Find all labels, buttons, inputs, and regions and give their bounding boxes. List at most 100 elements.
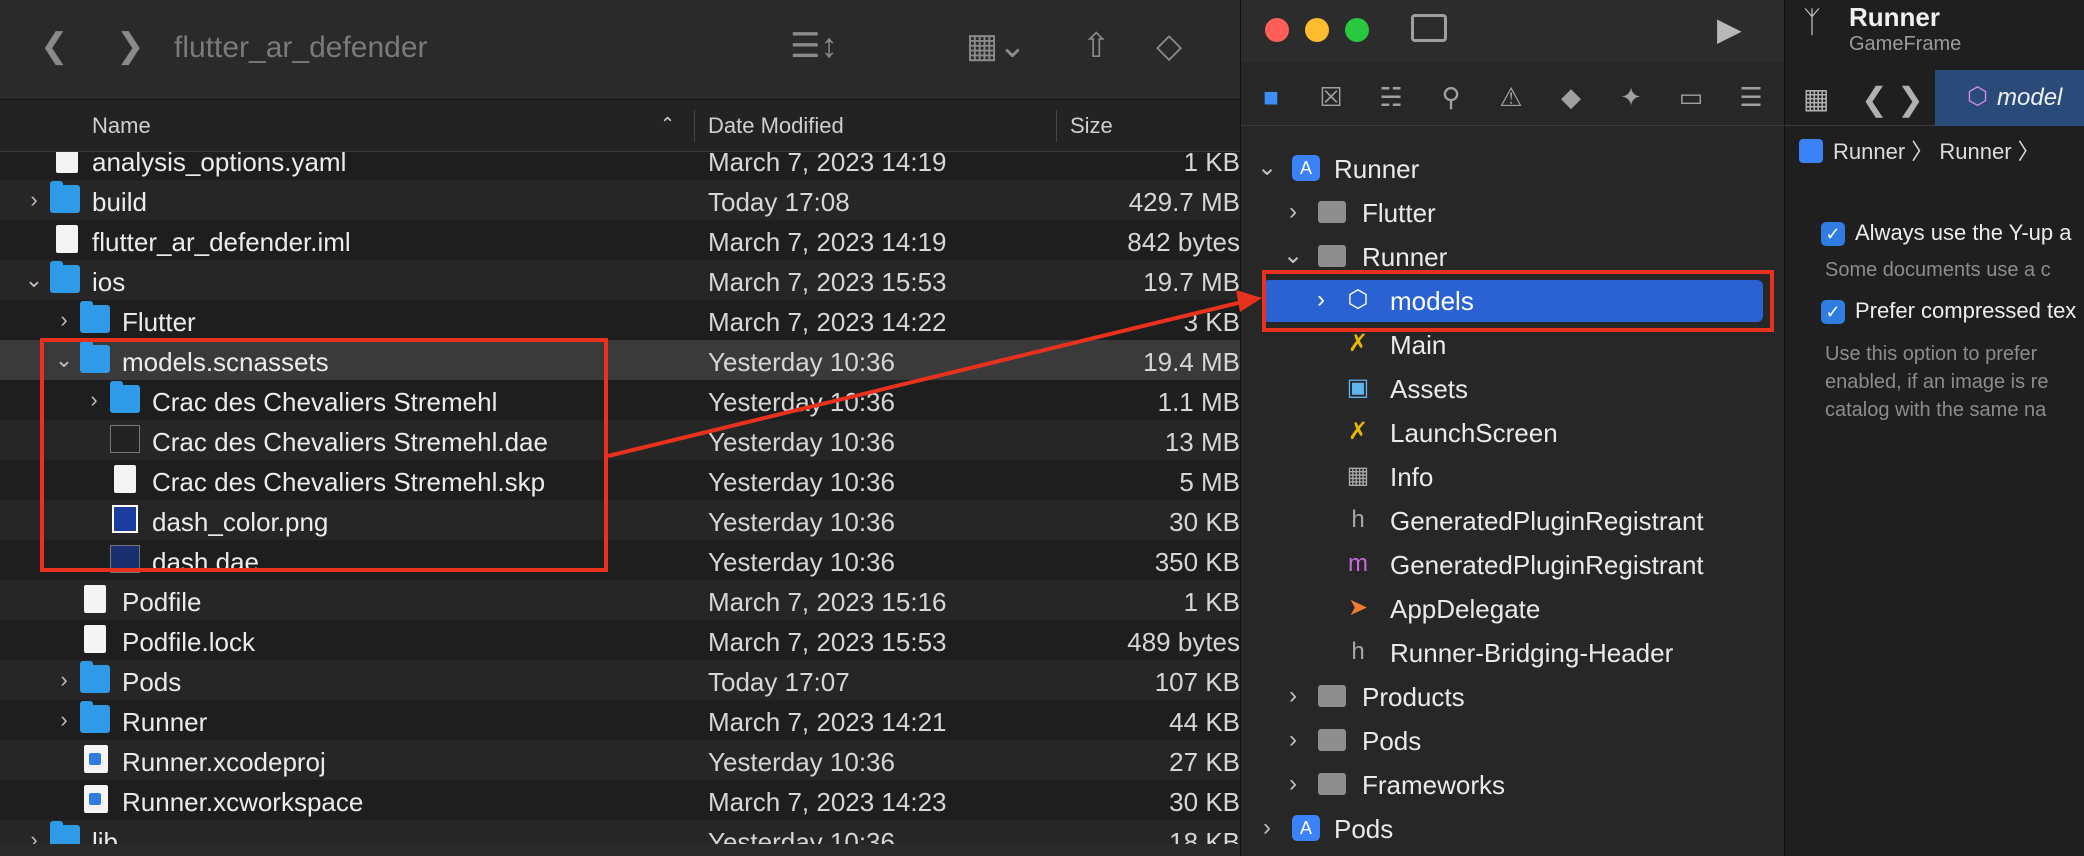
option-label: Prefer compressed tex: [1855, 298, 2077, 323]
plist-icon: ▦: [1346, 462, 1370, 489]
file-icon: [84, 585, 106, 613]
column-size[interactable]: Size: [1070, 112, 1113, 140]
tree-item-flutter[interactable]: › Flutter: [1240, 190, 1784, 234]
group-by-icon[interactable]: ▦⌄: [966, 24, 1027, 68]
tag-icon[interactable]: ◇: [1156, 24, 1182, 68]
tree-item-launchscreen[interactable]: ✗ LaunchScreen: [1240, 410, 1784, 454]
table-row[interactable]: flutter_ar_defender.iml March 7, 2023 14…: [0, 220, 1240, 260]
file-size: 30 KB: [1169, 507, 1240, 537]
xcode-project-icon: A: [1292, 815, 1320, 841]
chevron-down-icon[interactable]: ⌄: [24, 266, 44, 294]
folder-icon: [80, 661, 110, 693]
chevron-right-icon[interactable]: ›: [1282, 198, 1304, 226]
file-date: Yesterday 10:36: [708, 347, 895, 377]
file-date: March 7, 2023 15:16: [708, 587, 947, 617]
tree-item-pods-project[interactable]: › A Pods: [1240, 806, 1784, 850]
option-description: Some documents use a c: [1825, 259, 2051, 281]
tree-item-label: Info: [1390, 462, 1434, 492]
chevron-down-icon[interactable]: ⌄: [1282, 242, 1304, 270]
file-date: Yesterday 10:36: [708, 547, 895, 577]
chevron-right-icon[interactable]: ›: [54, 706, 74, 734]
checkbox-compressed[interactable]: ✓: [1821, 300, 1845, 324]
tree-item-label: Main: [1390, 330, 1447, 360]
tree-item-label: Pods: [1334, 814, 1394, 844]
table-row[interactable]: Runner.xcworkspace March 7, 2023 14:23 3…: [0, 780, 1240, 820]
tree-item-bridging-header[interactable]: h Runner-Bridging-Header: [1240, 630, 1784, 674]
asset-catalog-icon: ▣: [1346, 374, 1370, 401]
storyboard-icon: ✗: [1347, 418, 1369, 445]
file-date: March 7, 2023 14:21: [708, 707, 947, 737]
chevron-right-icon[interactable]: ›: [1256, 814, 1278, 842]
table-row[interactable]: Runner.xcodeproj Yesterday 10:36 27 KB: [0, 740, 1240, 780]
tree-item-label: LaunchScreen: [1390, 418, 1558, 448]
checkbox-y-up[interactable]: ✓: [1821, 222, 1845, 246]
tree-item-runner-project[interactable]: ⌄ A Runner: [1240, 146, 1784, 190]
table-row[interactable]: Podfile.lock March 7, 2023 15:53 489 byt…: [0, 620, 1240, 660]
table-row[interactable]: › build Today 17:08 429.7 MB: [0, 180, 1240, 220]
file-name: Runner: [122, 707, 208, 737]
chevron-right-icon[interactable]: ›: [54, 666, 74, 694]
tree-item-info[interactable]: ▦ Info: [1240, 454, 1784, 498]
tree-item-generated-source[interactable]: m GeneratedPluginRegistrant: [1240, 542, 1784, 586]
chevron-right-icon[interactable]: ›: [54, 306, 74, 334]
share-icon[interactable]: ⇧: [1082, 24, 1111, 68]
column-date[interactable]: Date Modified: [708, 112, 844, 140]
highlight-box: [1262, 270, 1774, 332]
table-row[interactable]: ⌄ ios March 7, 2023 15:53 19.7 MB: [0, 260, 1240, 300]
breadcrumb[interactable]: Runner 〉 Runner 〉: [1833, 138, 2040, 166]
chevron-right-icon[interactable]: ›: [1282, 770, 1304, 798]
swift-icon: ➤: [1347, 594, 1369, 621]
back-icon[interactable]: ❮: [1861, 80, 1888, 118]
editor-tab-models[interactable]: ⬡ model: [1935, 70, 2084, 126]
tree-item-appdelegate[interactable]: ➤ AppDelegate: [1240, 586, 1784, 630]
list-view-icon[interactable]: ☰↕: [790, 24, 837, 68]
chevron-down-icon[interactable]: ⌄: [1256, 154, 1278, 182]
file-size: 27 KB: [1169, 747, 1240, 777]
file-name: Pods: [122, 667, 182, 697]
tree-item-label: GeneratedPluginRegistrant: [1390, 506, 1704, 536]
file-date: March 7, 2023 14:19: [708, 227, 947, 257]
header-file-icon: h: [1351, 506, 1365, 533]
file-size: 107 KB: [1154, 667, 1240, 697]
header-file-icon: h: [1351, 638, 1365, 665]
tree-item-label: Runner: [1362, 242, 1448, 272]
finder-window: ❮ ❯ flutter_ar_defender ☰↕ ▦⌄ ⇧ ◇ Name ⌃…: [0, 0, 1240, 856]
grid-icon[interactable]: ▦: [1803, 82, 1829, 115]
table-row[interactable]: Podfile March 7, 2023 15:16 1 KB: [0, 580, 1240, 620]
column-divider[interactable]: [694, 110, 695, 142]
sort-ascending-icon[interactable]: ⌃: [660, 114, 675, 135]
file-size: 19.4 MB: [1143, 347, 1240, 377]
file-size: 5 MB: [1179, 467, 1240, 497]
xcode-project-icon: A: [1292, 155, 1320, 181]
tree-item-label: Frameworks: [1362, 770, 1506, 800]
option-description: Use this option to prefer: [1825, 343, 2038, 365]
column-header-bg: Name ⌃ Date Modified Size: [0, 100, 1240, 152]
table-row[interactable]: › Pods Today 17:07 107 KB: [0, 660, 1240, 700]
file-size: 19.7 MB: [1143, 267, 1240, 297]
column-name[interactable]: Name: [92, 112, 151, 140]
project-tree: ⌄ A Runner › Flutter ⌄ Runner › ⬡ models…: [1240, 0, 1784, 856]
highlight-box: [40, 338, 608, 572]
file-size: 3 KB: [1183, 307, 1240, 337]
forward-icon[interactable]: ❯: [1897, 80, 1924, 118]
back-icon[interactable]: ❮: [40, 24, 69, 68]
chevron-right-icon[interactable]: ›: [1282, 682, 1304, 710]
table-row[interactable]: › Runner March 7, 2023 14:21 44 KB: [0, 700, 1240, 740]
file-date: Yesterday 10:36: [708, 507, 895, 537]
editor-area: ᛉ Runner GameFrame ▦ ❮ ❯ ⬡ model Runner …: [1784, 0, 2084, 856]
tree-item-pods-group[interactable]: › Pods: [1240, 718, 1784, 762]
scheme-title: Runner: [1849, 2, 1940, 32]
tree-item-products[interactable]: › Products: [1240, 674, 1784, 718]
horizontal-scrollbar[interactable]: [0, 844, 1240, 856]
tree-item-frameworks[interactable]: › Frameworks: [1240, 762, 1784, 806]
forward-icon[interactable]: ❯: [116, 24, 145, 68]
column-divider[interactable]: [1056, 110, 1057, 142]
folder-icon: [80, 301, 110, 333]
chevron-right-icon[interactable]: ›: [1282, 726, 1304, 754]
tree-item-generated-header[interactable]: h GeneratedPluginRegistrant: [1240, 498, 1784, 542]
tree-item-assets[interactable]: ▣ Assets: [1240, 366, 1784, 410]
table-row[interactable]: › Flutter March 7, 2023 14:22 3 KB: [0, 300, 1240, 340]
file-name: Runner.xcworkspace: [122, 787, 364, 817]
tree-item-label: AppDelegate: [1390, 594, 1541, 624]
chevron-right-icon[interactable]: ›: [24, 186, 44, 214]
